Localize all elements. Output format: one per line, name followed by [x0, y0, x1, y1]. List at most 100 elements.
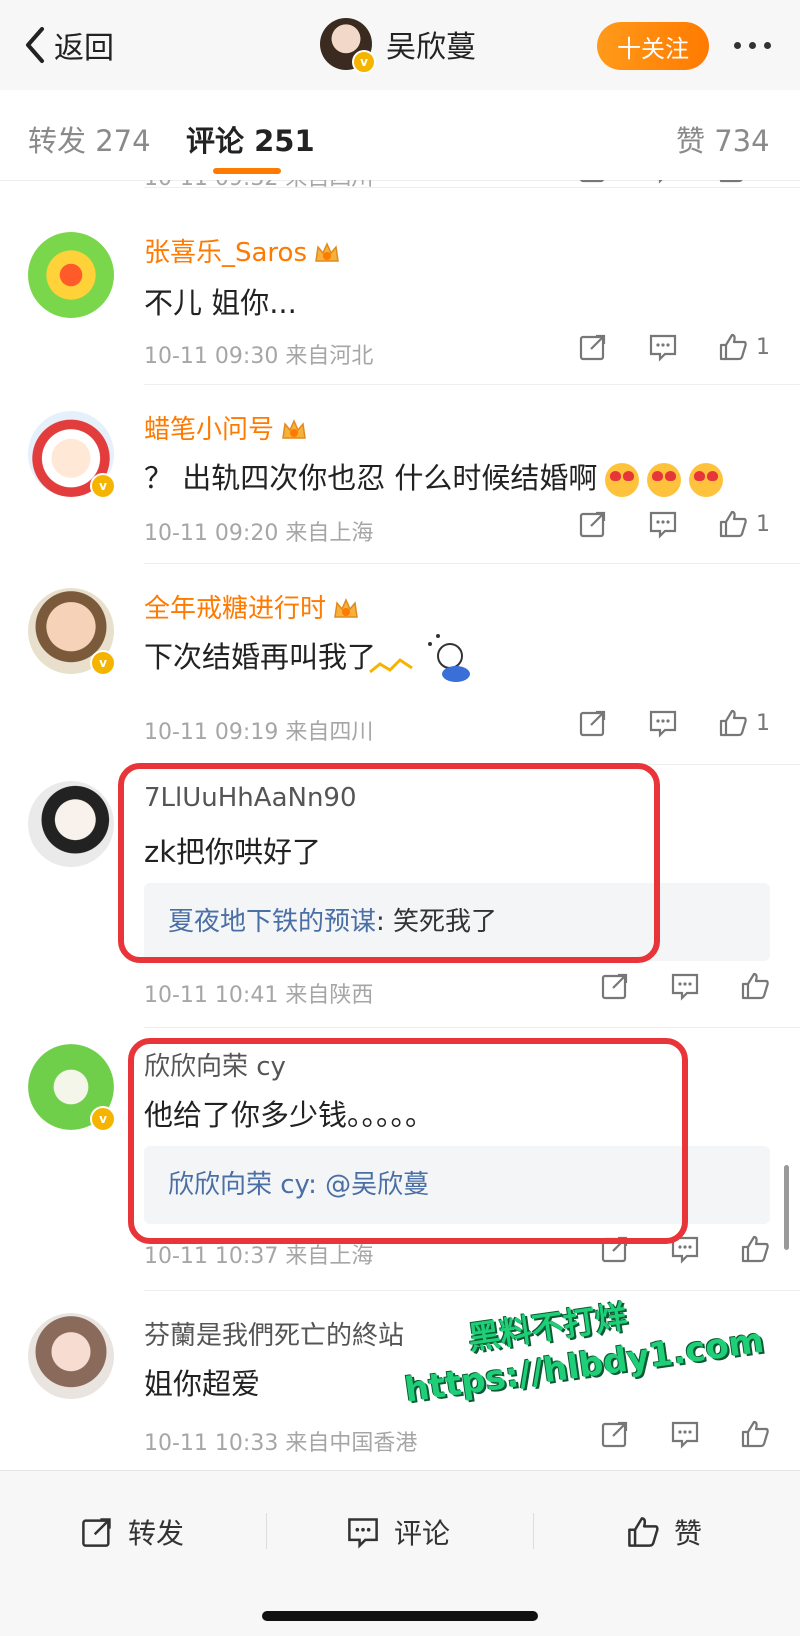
comment-item: v 全年戒糖进行时 下次结婚再叫我了 10-11 09:19 来自四川 1 [0, 564, 800, 765]
like-icon[interactable] [740, 1419, 770, 1449]
commenter-name-text: 蜡笔小问号 [144, 415, 275, 445]
like-icon[interactable] [718, 332, 748, 362]
comment-meta: 10-11 09:32 来自四川 [144, 180, 373, 192]
comment-actions [600, 1419, 778, 1449]
comment-item: v 欣欣向荣 cy 他给了你多少钱。。。。。 欣欣向荣 cy: @吴欣蔓 10-… [0, 1028, 800, 1291]
tab-likes[interactable]: 赞 734 [676, 118, 770, 160]
avatar[interactable] [28, 781, 114, 867]
comment-meta: 10-11 10:41 来自陕西 [144, 983, 374, 1008]
like-button[interactable]: 赞 [626, 1507, 702, 1557]
comment-icon[interactable] [648, 180, 678, 184]
commenter-name-text: 全年戒糖进行时 [144, 594, 327, 624]
comment-actions: 1 [578, 708, 770, 738]
chevron-left-icon [26, 27, 44, 63]
share-icon[interactable] [578, 509, 608, 539]
avatar[interactable] [28, 1313, 114, 1399]
share-icon[interactable] [578, 708, 608, 738]
scrollbar[interactable] [784, 1165, 789, 1250]
more-options-button[interactable] [722, 28, 782, 62]
comment-meta: 10-11 09:30 来自河北 [144, 344, 374, 369]
comment-meta: 10-11 10:33 来自中国香港 [144, 1431, 418, 1456]
like-count: 1 [756, 710, 770, 736]
repost-label: 转发 [128, 1517, 185, 1550]
follow-button[interactable]: 十关注 [597, 22, 709, 70]
comment-icon[interactable] [670, 1419, 700, 1449]
tab-comments[interactable]: 评论 251 [186, 118, 315, 160]
verified-icon: v [90, 650, 116, 676]
tab-bar: 转发 274 评论 251 赞 734 [0, 90, 800, 181]
crown-badge-icon [282, 418, 306, 439]
commenter-name[interactable]: 蜡笔小问号 [144, 409, 308, 446]
comment-text: 姐你超爱 [144, 1367, 261, 1401]
comment-item: v 蜡笔小问号 ？ 出轨四次你也忍 什么时候结婚啊 10-11 09:20 来自… [0, 385, 800, 564]
bottom-action-bar: 转发 评论 赞 [0, 1470, 800, 1636]
comment-text: ？ 出轨四次你也忍 什么时候结婚啊 [144, 455, 724, 497]
comment-item: 7LlUuHhAaNn90 zk把你哄好了 夏夜地下铁的预谋: 笑死我了 10-… [0, 763, 800, 1028]
avatar[interactable]: v [28, 588, 116, 676]
comment-icon[interactable] [648, 708, 678, 738]
comment-text-content: ？ 出轨四次你也忍 什么时候结婚啊 [144, 461, 598, 495]
comment-item-partial: 10-11 09:32 来自四川 1 [0, 180, 800, 200]
share-icon[interactable] [578, 180, 608, 184]
active-tab-indicator [213, 168, 281, 174]
home-indicator[interactable] [262, 1611, 538, 1621]
share-icon[interactable] [600, 1419, 630, 1449]
comment-icon[interactable] [648, 332, 678, 362]
heart-eyes-emoji-icon [647, 463, 682, 497]
commenter-name[interactable]: 芬蘭是我們死亡的終站 [144, 1315, 404, 1352]
divider [533, 1513, 534, 1549]
commenter-name[interactable]: 全年戒糖进行时 [144, 588, 360, 625]
like-icon[interactable] [740, 1234, 770, 1264]
comment-meta: 10-11 09:20 来自上海 [144, 521, 374, 546]
like-label: 赞 [674, 1517, 703, 1550]
divider [144, 187, 800, 188]
comment-list[interactable]: 10-11 09:32 来自四川 1 张喜乐_Saros 不儿 姐你... 10… [0, 180, 800, 1470]
crown-badge-icon [315, 241, 339, 262]
like-icon[interactable] [740, 971, 770, 1001]
like-count: 1 [756, 180, 770, 182]
comment-label: 评论 [394, 1517, 451, 1550]
back-label: 返回 [54, 31, 114, 66]
share-icon[interactable] [600, 971, 630, 1001]
comment-icon[interactable] [670, 971, 700, 1001]
highlight-box [128, 1038, 688, 1244]
more-dot-icon [733, 41, 741, 49]
cartoon-sticker-icon [369, 634, 470, 682]
commenter-name[interactable]: 张喜乐_Saros [144, 232, 341, 269]
crown-badge-icon [334, 597, 358, 618]
verified-icon: v [90, 473, 116, 499]
comment-button[interactable]: 评论 [346, 1507, 450, 1557]
avatar[interactable]: v [320, 18, 376, 74]
like-icon[interactable] [718, 509, 748, 539]
comment-meta: 10-11 09:19 来自四川 [144, 720, 374, 745]
like-count: 1 [756, 511, 770, 537]
like-icon[interactable] [718, 180, 748, 184]
heart-eyes-emoji-icon [689, 463, 724, 497]
share-icon [82, 1518, 111, 1547]
more-dot-icon [748, 41, 756, 49]
repost-button[interactable]: 转发 [80, 1507, 184, 1557]
like-icon[interactable] [718, 708, 748, 738]
like-count: 1 [756, 334, 770, 360]
comment-icon [348, 1518, 378, 1549]
comment-text: 下次结婚再叫我了 [144, 640, 377, 674]
comment-actions: 1 [578, 332, 770, 362]
comment-actions [600, 971, 778, 1001]
avatar[interactable] [28, 232, 114, 318]
back-button[interactable]: 返回 [22, 22, 114, 68]
divider [266, 1513, 267, 1549]
comment-item: 张喜乐_Saros 不儿 姐你... 10-11 09:30 来自河北 1 [0, 208, 800, 385]
comment-actions: 1 [578, 509, 770, 539]
highlight-box [118, 763, 660, 963]
verified-icon: v [90, 1106, 116, 1132]
like-icon [628, 1517, 659, 1547]
more-dot-icon [763, 41, 771, 49]
avatar[interactable]: v [28, 411, 116, 499]
avatar[interactable]: v [28, 1044, 116, 1132]
commenter-name-text: 张喜乐_Saros [144, 238, 308, 268]
tab-repost[interactable]: 转发 274 [28, 118, 151, 160]
comment-text: 不儿 姐你... [144, 286, 297, 320]
comment-icon[interactable] [648, 509, 678, 539]
post-author[interactable]: v 吴欣蔓 [320, 18, 476, 74]
share-icon[interactable] [578, 332, 608, 362]
